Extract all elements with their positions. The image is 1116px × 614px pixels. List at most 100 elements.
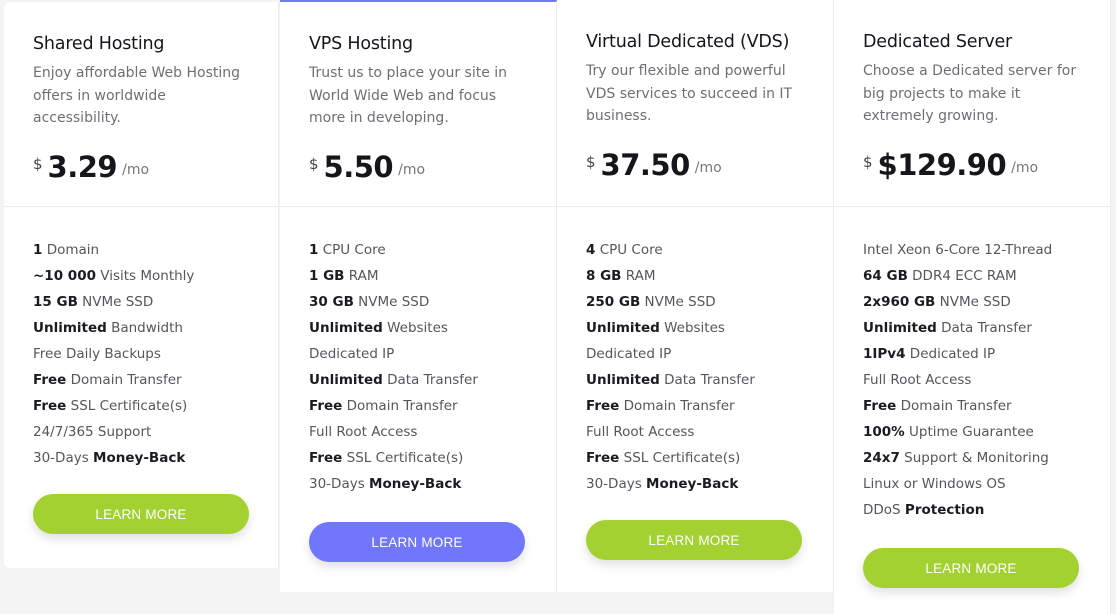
feature-highlight: 15 GB [33, 294, 78, 310]
feature-text: Uptime Guarantee [904, 424, 1034, 440]
price-period: /mo [1011, 159, 1039, 176]
feature-item: Full Root Access [309, 419, 556, 445]
feature-highlight: Free [863, 398, 897, 414]
currency-symbol: $ [33, 154, 43, 173]
feature-item: Unlimited Data Transfer [863, 315, 1110, 341]
feature-item: Free Domain Transfer [863, 393, 1110, 419]
feature-highlight: 8 GB [586, 268, 622, 284]
feature-highlight: Free [309, 398, 343, 414]
feature-text: 30-Days [33, 450, 94, 466]
price-period: /mo [398, 161, 426, 178]
feature-item: Intel Xeon 6-Core 12-Thread [863, 237, 1110, 263]
feature-item: Unlimited Websites [586, 315, 833, 341]
feature-text: NVMe SSD [935, 294, 1011, 310]
plan-header: VPS Hosting Trust us to place your site … [280, 2, 556, 207]
feature-list: Intel Xeon 6-Core 12-Thread 64 GB DDR4 EC… [834, 207, 1110, 523]
plan-description: Choose a Dedicated server for big projec… [863, 63, 1077, 124]
currency-symbol: $ [586, 152, 596, 171]
feature-item: 100% Uptime Guarantee [863, 419, 1110, 445]
plan-price: $ $129.90 /mo [863, 148, 1110, 182]
plan-card-vds: Virtual Dedicated (VDS) Try our flexible… [557, 0, 834, 592]
feature-highlight: 1 [309, 242, 319, 258]
feature-highlight: Money-Back [369, 476, 462, 492]
feature-item: Free SSL Certificate(s) [309, 445, 556, 471]
feature-highlight: 30 GB [309, 294, 354, 310]
feature-highlight: 24x7 [863, 450, 900, 466]
feature-item: 8 GB RAM [586, 263, 833, 289]
feature-text: Free Daily Backups [33, 346, 161, 362]
feature-highlight: Money-Back [93, 450, 186, 466]
feature-text: Websites [659, 320, 725, 336]
feature-item: Unlimited Bandwidth [33, 315, 278, 341]
feature-highlight: Unlimited [309, 372, 383, 388]
learn-more-button[interactable]: LEARN MORE [586, 520, 802, 560]
feature-text: Bandwidth [106, 320, 183, 336]
feature-item: 30-Days Money-Back [309, 471, 556, 497]
currency-symbol: $ [309, 154, 319, 173]
price-amount: 5.50 [323, 149, 394, 184]
feature-item: Unlimited Websites [309, 315, 556, 341]
plan-description: Enjoy affordable Web Hosting offers in w… [33, 65, 241, 126]
feature-highlight: Unlimited [309, 320, 383, 336]
learn-more-button[interactable]: LEARN MORE [309, 522, 525, 562]
plan-title: Shared Hosting [33, 34, 165, 54]
feature-highlight: ~10 000 [33, 268, 96, 284]
feature-highlight: 250 GB [586, 294, 641, 310]
price-period: /mo [122, 161, 150, 178]
feature-item: 2x960 GB NVMe SSD [863, 289, 1110, 315]
feature-item: ~10 000 Visits Monthly [33, 263, 278, 289]
feature-item: 1 CPU Core [309, 237, 556, 263]
feature-item: Linux or Windows OS [863, 471, 1110, 497]
feature-text: Domain Transfer [896, 398, 1012, 414]
feature-list: 1 Domain ~10 000 Visits Monthly 15 GB NVMe… [4, 207, 278, 471]
feature-text: Domain Transfer [342, 398, 458, 414]
feature-highlight: Free [586, 398, 620, 414]
plan-header: Virtual Dedicated (VDS) Try our flexible… [557, 0, 833, 207]
feature-text: DDR4 ECC RAM [907, 268, 1017, 284]
feature-item: 30 GB NVMe SSD [309, 289, 556, 315]
price-period: /mo [694, 159, 722, 176]
feature-item: Free SSL Certificate(s) [586, 445, 833, 471]
feature-highlight: 4 [586, 242, 596, 258]
price-amount: 3.29 [47, 149, 118, 184]
feature-text: Dedicated IP [586, 346, 672, 362]
feature-text: SSL Certificate(s) [66, 398, 188, 414]
feature-text: Data Transfer [382, 372, 478, 388]
feature-highlight: 1IPv4 [863, 346, 906, 362]
plan-card-vps-hosting: VPS Hosting Trust us to place your site … [280, 0, 557, 592]
plan-title: Virtual Dedicated (VDS) [586, 32, 790, 52]
feature-text: Visits Monthly [95, 268, 195, 284]
plan-description: Trust us to place your site in World Wid… [309, 65, 508, 126]
feature-text: CPU Core [595, 242, 663, 258]
feature-item: 4 CPU Core [586, 237, 833, 263]
feature-item: Unlimited Data Transfer [586, 367, 833, 393]
feature-highlight: Free [309, 450, 343, 466]
learn-more-button[interactable]: LEARN MORE [33, 494, 249, 534]
feature-item: Free Domain Transfer [586, 393, 833, 419]
feature-highlight: Unlimited [863, 320, 937, 336]
feature-text: Websites [382, 320, 448, 336]
learn-more-button[interactable]: LEARN MORE [863, 548, 1079, 588]
feature-item: 24/7/365 Support [33, 419, 278, 445]
feature-text: Data Transfer [936, 320, 1032, 336]
feature-highlight: Unlimited [586, 320, 660, 336]
feature-highlight: 1 GB [309, 268, 345, 284]
price-amount: $129.90 [877, 147, 1007, 182]
feature-text: 24/7/365 Support [33, 424, 152, 440]
feature-text: Full Root Access [586, 424, 695, 440]
plan-card-shared-hosting: Shared Hosting Enjoy affordable Web Host… [4, 2, 279, 568]
feature-text: Domain Transfer [66, 372, 182, 388]
plan-price: $ 5.50 /mo [309, 150, 556, 184]
feature-text: DDoS [863, 502, 905, 518]
feature-highlight: 1 [33, 242, 43, 258]
feature-item: Dedicated IP [309, 341, 556, 367]
feature-item: Free Domain Transfer [309, 393, 556, 419]
feature-item: 64 GB DDR4 ECC RAM [863, 263, 1110, 289]
feature-text: Linux or Windows OS [863, 476, 1006, 492]
plan-header: Shared Hosting Enjoy affordable Web Host… [4, 2, 278, 207]
feature-highlight: Money-Back [646, 476, 739, 492]
feature-text: Support & Monitoring [899, 450, 1049, 466]
feature-text: 30-Days [309, 476, 370, 492]
feature-text: Domain [42, 242, 100, 258]
feature-item: Dedicated IP [586, 341, 833, 367]
